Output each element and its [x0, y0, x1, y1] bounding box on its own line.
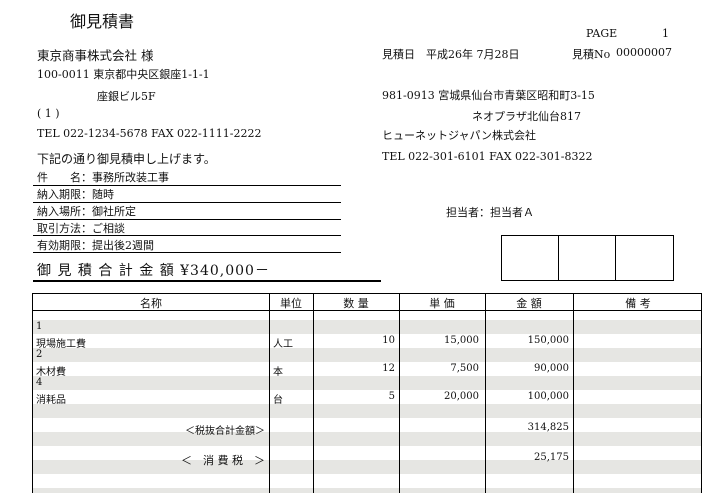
condition-delivery-deadline: 納入期限：随時	[37, 188, 114, 201]
quote-number: 00000007	[616, 46, 672, 59]
item-code: 2	[36, 349, 43, 360]
customer-building: 座銀ビル5F	[97, 90, 156, 103]
table-row-band	[33, 376, 701, 390]
item-code: 1	[36, 321, 43, 332]
item-amount: 90,000	[534, 363, 569, 374]
item-code: 4	[36, 377, 43, 388]
total-amount: 御 見 積 合 計 金 額 ¥340,000－	[37, 263, 270, 279]
header-amount: 金 額	[516, 297, 542, 310]
customer-name: 東京商事株式会社 様	[37, 48, 154, 63]
items-table: 名称 単位 数 量 単 価 金 額 備 考 1 現場施工費 人工 10 15,0…	[32, 293, 702, 493]
item-name: 現場施工費	[36, 339, 86, 350]
document-title: 御見積書	[70, 12, 135, 31]
subtotal-amount: 314,825	[527, 422, 569, 433]
quote-date-label: 見積日	[382, 48, 415, 61]
column-divider	[573, 294, 574, 493]
table-header: 名称 単位 数 量 単 価 金 額 備 考	[33, 294, 701, 311]
header-quantity: 数 量	[343, 297, 369, 310]
table-row-band	[33, 404, 701, 418]
item-amount: 150,000	[527, 335, 569, 346]
condition-delivery-place: 納入場所：御社所定	[37, 205, 136, 218]
supplier-building: ネオプラザ北仙台817	[472, 110, 581, 123]
quote-date: 平成26年 7月28日	[426, 48, 520, 61]
table-row-band	[33, 348, 701, 362]
page-label: PAGE	[586, 27, 618, 40]
item-quantity: 10	[382, 335, 395, 346]
item-quantity: 5	[388, 391, 395, 402]
total-underline	[33, 280, 381, 282]
item-unit-price: 7,500	[450, 363, 479, 374]
item-unit: 台	[273, 395, 283, 406]
condition-subject: 件 名：事務所改装工事	[37, 171, 169, 184]
item-unit-price: 20,000	[444, 391, 479, 402]
column-divider	[269, 294, 270, 493]
supplier-address: 981-0913 宮城県仙台市青葉区昭和町3-15	[382, 89, 595, 102]
item-quantity: 12	[382, 363, 395, 374]
header-remarks: 備 考	[625, 297, 651, 310]
divider	[33, 235, 341, 236]
tax-label: ＜ 消 費 税 ＞	[181, 454, 265, 467]
condition-payment-method: 取引方法：ご相談	[37, 222, 125, 235]
customer-code: ( 1 )	[37, 107, 60, 120]
header-unit: 単位	[280, 297, 302, 310]
item-name: 消耗品	[36, 395, 66, 406]
subtotal-label: ＜税抜合計金額＞	[185, 426, 265, 437]
supplier-name: ヒューネットジャパン株式会社	[382, 129, 536, 142]
stamp-boxes	[501, 235, 674, 281]
item-name: 木材費	[36, 367, 66, 378]
condition-valid-period: 有効期限：提出後2週間	[37, 239, 154, 252]
item-unit-price: 15,000	[444, 335, 479, 346]
table-row-band	[33, 320, 701, 334]
quote-number-label: 見積No	[572, 48, 611, 61]
tax-amount: 25,175	[534, 452, 569, 463]
intro-text: 下記の通り御見積申し上げます。	[37, 152, 216, 166]
supplier-phone-fax: TEL 022-301-6101 FAX 022-301-8322	[382, 150, 593, 163]
header-name: 名称	[140, 297, 162, 310]
item-unit: 本	[273, 367, 283, 378]
table-row-band	[33, 488, 701, 493]
item-unit: 人工	[273, 339, 293, 350]
header-unit-price: 単 価	[429, 297, 455, 310]
page-number: 1	[662, 27, 669, 40]
stamp-box-divider	[558, 236, 559, 280]
customer-phone-fax: TEL 022-1234-5678 FAX 022-1111-2222	[37, 127, 262, 140]
customer-address: 100-0011 東京都中央区銀座1-1-1	[37, 68, 210, 81]
item-amount: 100,000	[527, 391, 569, 402]
stamp-box-divider	[615, 236, 616, 280]
divider	[33, 252, 341, 253]
staff-in-charge: 担当者：担当者Ａ	[446, 206, 534, 219]
